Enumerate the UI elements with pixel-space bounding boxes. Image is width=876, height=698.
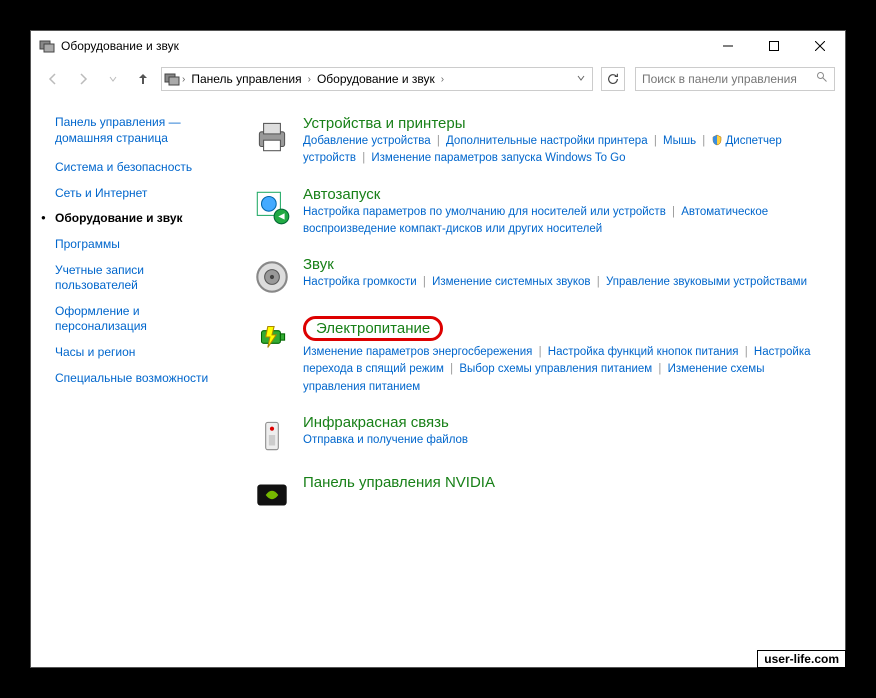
autoplay-icon — [251, 186, 293, 228]
navbar: › Панель управления › Оборудование и зву… — [31, 61, 845, 97]
chevron-right-icon: › — [308, 74, 311, 85]
separator: | — [658, 363, 661, 375]
separator: | — [423, 276, 426, 288]
category-link[interactable]: Настройка параметров по умолчанию для но… — [303, 206, 666, 218]
watermark: user-life.com — [757, 650, 846, 668]
separator: | — [362, 152, 365, 164]
separator: | — [654, 135, 657, 147]
chevron-right-icon: › — [182, 74, 185, 85]
shield-icon — [711, 134, 723, 146]
sidebar-item[interactable]: Система и безопасность — [55, 160, 221, 176]
category-link[interactable]: Добавление устройства — [303, 135, 431, 147]
separator: | — [672, 206, 675, 218]
power-icon — [251, 316, 293, 358]
separator: | — [702, 135, 705, 147]
app-icon — [39, 38, 55, 54]
category-title[interactable]: Автозапуск — [303, 186, 380, 203]
sidebar-item[interactable]: Оборудование и звук — [55, 211, 221, 227]
category-link[interactable]: Мышь — [663, 135, 696, 147]
category-link[interactable]: Изменение параметров запуска Windows To … — [371, 152, 625, 164]
separator: | — [597, 276, 600, 288]
location-icon — [164, 71, 180, 87]
category-title[interactable]: Звук — [303, 256, 334, 273]
category-links: Изменение параметров энергосбережения | … — [303, 344, 825, 396]
close-button[interactable] — [797, 31, 843, 61]
category-title[interactable]: Устройства и принтеры — [303, 115, 465, 132]
separator: | — [745, 346, 748, 358]
category-link[interactable]: Настройка функций кнопок питания — [548, 346, 739, 358]
infrared-icon — [251, 414, 293, 456]
refresh-button[interactable] — [601, 67, 625, 91]
category-title[interactable]: Панель управления NVIDIA — [303, 474, 495, 491]
sidebar-item[interactable]: Программы — [55, 237, 221, 253]
breadcrumb-item[interactable]: Панель управления — [187, 72, 305, 86]
window-title: Оборудование и звук — [61, 39, 705, 53]
category-row: ЗвукНастройка громкости | Изменение сист… — [251, 256, 825, 298]
category-row: Электропитание Изменение параметров энерг… — [251, 316, 825, 396]
category-links: Настройка параметров по умолчанию для но… — [303, 204, 825, 239]
sidebar-home[interactable]: Панель управления — домашняя страница — [55, 115, 221, 146]
separator: | — [437, 135, 440, 147]
category-link[interactable]: Изменение системных звуков — [432, 276, 590, 288]
sidebar-item[interactable]: Специальные возможности — [55, 371, 221, 387]
breadcrumb-item[interactable]: Оборудование и звук — [313, 72, 439, 86]
titlebar: Оборудование и звук — [31, 31, 845, 61]
minimize-button[interactable] — [705, 31, 751, 61]
sidebar-item[interactable]: Оформление и персонализация — [55, 304, 221, 335]
forward-button[interactable] — [71, 67, 95, 91]
sidebar-item[interactable]: Учетные записи пользователей — [55, 263, 221, 294]
separator: | — [450, 363, 453, 375]
window: Оборудование и звук › Панель управления … — [30, 30, 846, 668]
category-row: Устройства и принтерыДобавление устройст… — [251, 115, 825, 168]
category-link[interactable]: Отправка и получение файлов — [303, 434, 468, 446]
up-button[interactable] — [131, 67, 155, 91]
category-link[interactable]: Изменение параметров энергосбережения — [303, 346, 532, 358]
sidebar: Панель управления — домашняя страница Си… — [31, 97, 231, 667]
category-link[interactable]: Дополнительные настройки принтера — [446, 135, 648, 147]
maximize-button[interactable] — [751, 31, 797, 61]
content-area: Панель управления — домашняя страница Си… — [31, 97, 845, 667]
search-icon — [816, 70, 828, 88]
search-box[interactable] — [635, 67, 835, 91]
main-pane: Устройства и принтерыДобавление устройст… — [231, 97, 845, 667]
category-link[interactable]: Выбор схемы управления питанием — [459, 363, 652, 375]
category-title[interactable]: Инфракрасная связь — [303, 414, 449, 431]
sound-icon — [251, 256, 293, 298]
category-links: Отправка и получение файлов — [303, 432, 825, 449]
category-row: Инфракрасная связь Отправка и получение ф… — [251, 414, 825, 456]
category-links: Добавление устройства | Дополнительные н… — [303, 133, 825, 168]
category-row: Автозапуск Настройка параметров по умолча… — [251, 186, 825, 239]
history-dropdown[interactable] — [101, 67, 125, 91]
back-button[interactable] — [41, 67, 65, 91]
category-link[interactable]: Управление звуковыми устройствами — [606, 276, 807, 288]
category-row: Панель управления NVIDIA — [251, 474, 825, 516]
address-bar[interactable]: › Панель управления › Оборудование и зву… — [161, 67, 593, 91]
sidebar-item[interactable]: Часы и регион — [55, 345, 221, 361]
sidebar-item[interactable]: Сеть и Интернет — [55, 186, 221, 202]
printer-icon — [251, 115, 293, 157]
search-input[interactable] — [642, 72, 816, 86]
separator: | — [539, 346, 542, 358]
category-title[interactable]: Электропитание — [303, 316, 443, 341]
window-controls — [705, 31, 843, 61]
category-link[interactable]: Настройка громкости — [303, 276, 417, 288]
nvidia-icon — [251, 474, 293, 516]
category-links: Настройка громкости | Изменение системны… — [303, 274, 825, 291]
address-dropdown[interactable] — [572, 72, 590, 86]
chevron-right-icon: › — [441, 74, 444, 85]
